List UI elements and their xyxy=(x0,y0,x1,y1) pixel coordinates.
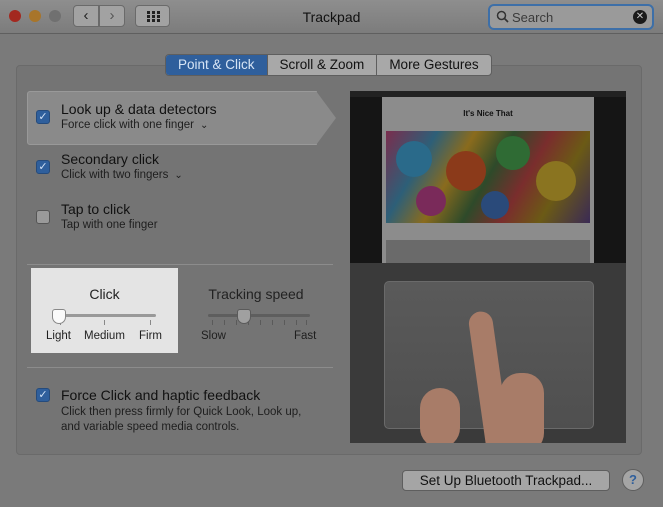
chevron-down-icon: ⌄ xyxy=(174,170,183,181)
selected-option-pointer xyxy=(316,91,336,145)
title-bar: ‹ › Trackpad ✕ xyxy=(0,0,663,34)
click-label-light: Light xyxy=(46,330,71,342)
tap-to-click-subtitle: Tap with one finger xyxy=(61,219,158,231)
tab-scroll-and-zoom[interactable]: Scroll & Zoom xyxy=(266,55,377,75)
force-click-checkbox[interactable]: ✓ xyxy=(36,388,50,402)
gesture-preview-video: It's Nice That xyxy=(350,91,626,443)
tracking-speed-knob[interactable] xyxy=(236,309,251,324)
tracking-tick xyxy=(212,320,213,325)
tracking-speed-title: Tracking speed xyxy=(208,286,304,302)
preview-thumb xyxy=(420,388,460,443)
clear-search-icon[interactable]: ✕ xyxy=(633,10,647,24)
lookup-checkbox[interactable]: ✓ xyxy=(36,110,50,124)
preview-thumbnails xyxy=(386,240,590,263)
tap-to-click-checkbox[interactable] xyxy=(36,210,50,224)
click-label-firm: Firm xyxy=(139,330,162,342)
tap-to-click-title: Tap to click xyxy=(61,201,131,217)
tab-more-gestures[interactable]: More Gestures xyxy=(376,55,490,75)
click-tick-firm xyxy=(150,320,151,325)
tracking-tick xyxy=(296,320,297,325)
click-slider-title: Click xyxy=(89,286,120,302)
search-input[interactable] xyxy=(512,8,632,26)
secondary-click-gesture-menu[interactable]: Click with two fingers ⌄ xyxy=(61,169,183,181)
divider xyxy=(27,367,333,368)
force-click-description-2: and variable speed media controls. xyxy=(61,421,240,433)
search-field[interactable]: ✕ xyxy=(488,4,654,30)
selected-option-highlight xyxy=(27,91,317,145)
preview-browser: It's Nice That xyxy=(350,91,626,263)
preview-site-title: It's Nice That xyxy=(463,109,513,118)
divider xyxy=(27,264,333,265)
tab-point-and-click[interactable]: Point & Click xyxy=(166,55,267,75)
tracking-tick xyxy=(272,320,273,325)
chevron-down-icon: ⌄ xyxy=(199,120,209,131)
tracking-tick xyxy=(306,320,307,325)
tracking-tick xyxy=(260,320,261,325)
click-slider-knob[interactable] xyxy=(52,309,66,324)
secondary-click-title: Secondary click xyxy=(61,151,160,167)
tracking-tick xyxy=(284,320,285,325)
preview-webpage: It's Nice That xyxy=(382,97,594,263)
click-tick-medium xyxy=(104,320,105,325)
click-slider-track[interactable] xyxy=(56,314,156,317)
tab-bar: Point & Click Scroll & Zoom More Gesture… xyxy=(165,54,492,76)
click-label-medium: Medium xyxy=(84,330,125,342)
tracking-tick xyxy=(224,320,225,325)
search-icon xyxy=(496,10,509,23)
tracking-label-slow: Slow xyxy=(201,330,226,342)
preview-laptop xyxy=(350,263,626,443)
preview-hand xyxy=(500,373,544,443)
force-click-title: Force Click and haptic feedback xyxy=(61,387,261,403)
secondary-click-subtitle: Click with two fingers xyxy=(61,169,169,181)
tracking-speed-track[interactable] xyxy=(208,314,310,317)
force-click-description-1: Click then press firmly for Quick Look, … xyxy=(61,406,302,418)
secondary-click-checkbox[interactable]: ✓ xyxy=(36,160,50,174)
setup-bluetooth-trackpad-button[interactable]: Set Up Bluetooth Trackpad... xyxy=(402,470,610,491)
help-button[interactable]: ? xyxy=(622,469,644,491)
lookup-subtitle: Force click with one finger xyxy=(61,119,194,131)
tracking-label-fast: Fast xyxy=(294,330,317,342)
lookup-gesture-menu[interactable]: Force click with one finger ⌄ xyxy=(61,119,208,131)
tracking-tick xyxy=(236,320,237,325)
lookup-title: Look up & data detectors xyxy=(61,101,217,117)
preview-artwork-image xyxy=(386,131,590,223)
